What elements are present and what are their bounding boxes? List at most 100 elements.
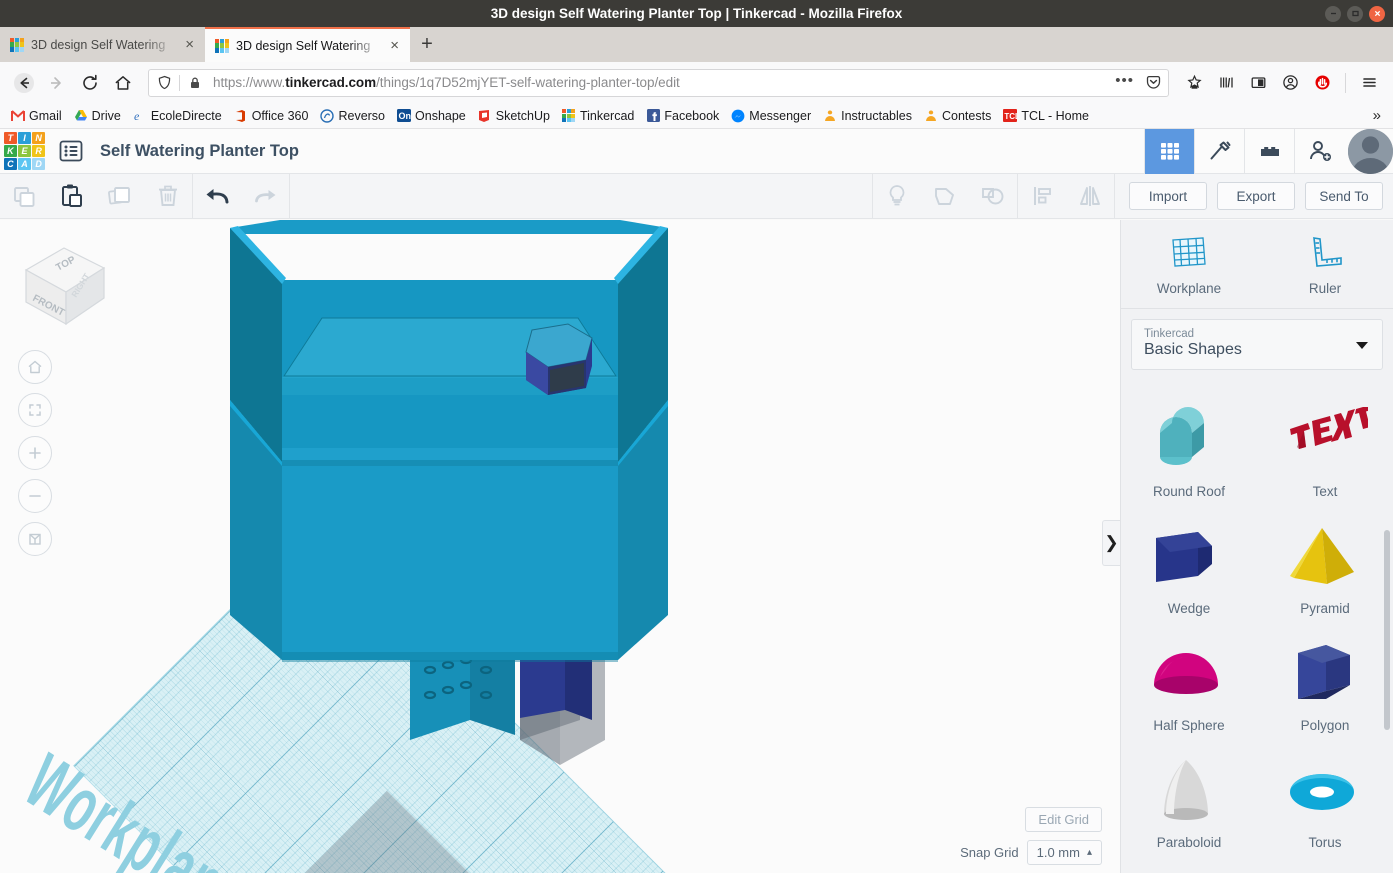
bookmarks-overflow-button[interactable]: » [1367, 107, 1387, 124]
ungroup-icon[interactable] [969, 174, 1017, 219]
redo-icon[interactable] [241, 174, 289, 219]
import-button[interactable]: Import [1129, 182, 1207, 210]
3d-viewport[interactable]: Workplane TOP FRONT RIGHT Edit Grid Snap… [0, 220, 1120, 873]
export-button[interactable]: Export [1217, 182, 1295, 210]
page-actions-button[interactable]: ••• [1111, 72, 1138, 93]
bookmark-drive[interactable]: Drive [69, 107, 126, 125]
tinkercad-logo[interactable]: TIN KER CAD [0, 129, 46, 174]
bookmark-messenger[interactable]: Messenger [726, 107, 816, 125]
sidebar-item-workplane[interactable]: Workplane [1121, 230, 1257, 302]
home-icon[interactable] [108, 68, 138, 98]
collapse-panel-button[interactable]: ❯ [1102, 520, 1120, 566]
sidebar-tools: Workplane Ruler [1121, 220, 1393, 309]
bookmark-onshape[interactable]: On Onshape [392, 107, 471, 125]
snap-grid-select[interactable]: 1.0 mm ▴ [1026, 840, 1102, 865]
sidebar-icon[interactable] [1243, 68, 1273, 98]
undo-icon[interactable] [193, 174, 241, 219]
shield-icon[interactable] [153, 72, 175, 94]
zoom-in-button[interactable] [18, 436, 52, 470]
blocks-icon[interactable] [1244, 128, 1294, 174]
bookmark-reverso[interactable]: Reverso [315, 107, 390, 125]
avatar[interactable] [1348, 128, 1393, 174]
orthographic-toggle-button[interactable] [18, 522, 52, 556]
shape-item-polygon[interactable]: Polygon [1257, 622, 1393, 739]
add-person-icon[interactable] [1294, 128, 1344, 174]
reverso-icon [320, 108, 335, 123]
planter-model[interactable] [220, 220, 740, 870]
copy-icon[interactable] [0, 174, 48, 219]
edit-grid-button[interactable]: Edit Grid [1025, 807, 1102, 832]
bookmark-star-icon[interactable] [1179, 68, 1209, 98]
close-window-button[interactable] [1369, 5, 1385, 22]
address-bar[interactable]: https://www.tinkercad.com/things/1q7D52m… [148, 68, 1169, 97]
send-to-button[interactable]: Send To [1305, 182, 1383, 210]
tab-title: 3D design Self Watering [236, 38, 371, 53]
bookmark-label: Instructables [841, 108, 912, 123]
shape-label: Pyramid [1300, 601, 1350, 616]
reload-icon[interactable] [75, 68, 105, 98]
light-bulb-icon[interactable] [873, 174, 921, 219]
os-title-bar: 3D design Self Watering Planter Top | Ti… [0, 0, 1393, 27]
bookmark-tinkercad[interactable]: Tinkercad [557, 107, 639, 125]
paste-icon[interactable] [48, 174, 96, 219]
pocket-icon[interactable] [1142, 72, 1164, 94]
shape-item-round-roof[interactable]: Round Roof [1121, 388, 1257, 505]
bookmark-sketchup[interactable]: SketchUp [473, 107, 555, 125]
adblock-icon[interactable] [1307, 68, 1337, 98]
logo-tile: K [4, 145, 17, 157]
sidebar-item-ruler[interactable]: Ruler [1257, 230, 1393, 302]
duplicate-icon[interactable] [96, 174, 144, 219]
shape-item-torus[interactable]: Torus [1257, 739, 1393, 856]
tcl-icon: TCL [1003, 109, 1018, 123]
library-icon[interactable] [1211, 68, 1241, 98]
mirror-icon[interactable] [1066, 174, 1114, 219]
browser-tab-2[interactable]: 3D design Self Watering × [205, 27, 410, 62]
maximize-button[interactable] [1347, 5, 1363, 22]
home-view-button[interactable] [18, 350, 52, 384]
zoom-out-button[interactable] [18, 479, 52, 513]
chevron-down-icon[interactable] [1356, 341, 1368, 349]
tab-close-icon[interactable]: × [388, 38, 401, 53]
shape-item-half-sphere[interactable]: Half Sphere [1121, 622, 1257, 739]
browser-tab-strip: 3D design Self Watering × 3D design Self… [0, 27, 1393, 62]
tab-close-icon[interactable]: × [183, 37, 196, 52]
url-text[interactable]: https://www.tinkercad.com/things/1q7D52m… [210, 75, 1107, 90]
hamburger-menu-icon[interactable] [1354, 68, 1384, 98]
forward-icon[interactable] [42, 68, 72, 98]
shapes-sidebar: Workplane Ruler Tinkercad Basic Shapes R… [1120, 220, 1393, 873]
grid-icon[interactable] [1144, 128, 1194, 174]
round-roof-shape [1139, 402, 1239, 478]
bookmark-label: Facebook [664, 108, 720, 123]
project-list-icon[interactable] [46, 129, 96, 174]
shape-library-select[interactable]: Tinkercad Basic Shapes [1131, 319, 1383, 370]
view-cube[interactable]: TOP FRONT RIGHT [14, 238, 114, 333]
account-icon[interactable] [1275, 68, 1305, 98]
shape-item-wedge[interactable]: Wedge [1121, 505, 1257, 622]
window-title: 3D design Self Watering Planter Top | Ti… [490, 6, 903, 21]
bookmark-office-360[interactable]: Office 360 [229, 107, 314, 125]
fit-to-view-button[interactable] [18, 393, 52, 427]
sidebar-scrollbar[interactable] [1384, 530, 1390, 730]
codeblocks-hammer-icon[interactable] [1194, 128, 1244, 174]
align-icon[interactable] [1018, 174, 1066, 219]
ruler-icon [1305, 234, 1345, 273]
bookmark-ecoledirecte[interactable]: e EcoleDirecte [128, 107, 227, 125]
shape-item-pyramid[interactable]: Pyramid [1257, 505, 1393, 622]
shape-item-paraboloid[interactable]: Paraboloid [1121, 739, 1257, 856]
bookmark-contests[interactable]: Contests [919, 107, 996, 125]
minimize-button[interactable] [1325, 5, 1341, 22]
bookmark-tcl-home[interactable]: TCLTCL - Home [998, 107, 1094, 125]
delete-icon[interactable] [144, 174, 192, 219]
back-icon[interactable] [9, 68, 39, 98]
shape-row: Half Sphere Polygon [1121, 622, 1393, 739]
bookmark-gmail[interactable]: Gmail [6, 107, 67, 125]
new-tab-button[interactable]: + [410, 27, 444, 62]
browser-tab-1[interactable]: 3D design Self Watering × [0, 27, 205, 62]
group-icon[interactable] [921, 174, 969, 219]
bookmark-instructables[interactable]: Instructables [818, 107, 917, 125]
bookmark-facebook[interactable]: Facebook [641, 107, 724, 125]
polygon-shape [1275, 636, 1375, 712]
google-drive-icon [74, 109, 88, 123]
shape-item-text[interactable]: Text [1257, 388, 1393, 505]
padlock-icon[interactable] [184, 72, 206, 94]
